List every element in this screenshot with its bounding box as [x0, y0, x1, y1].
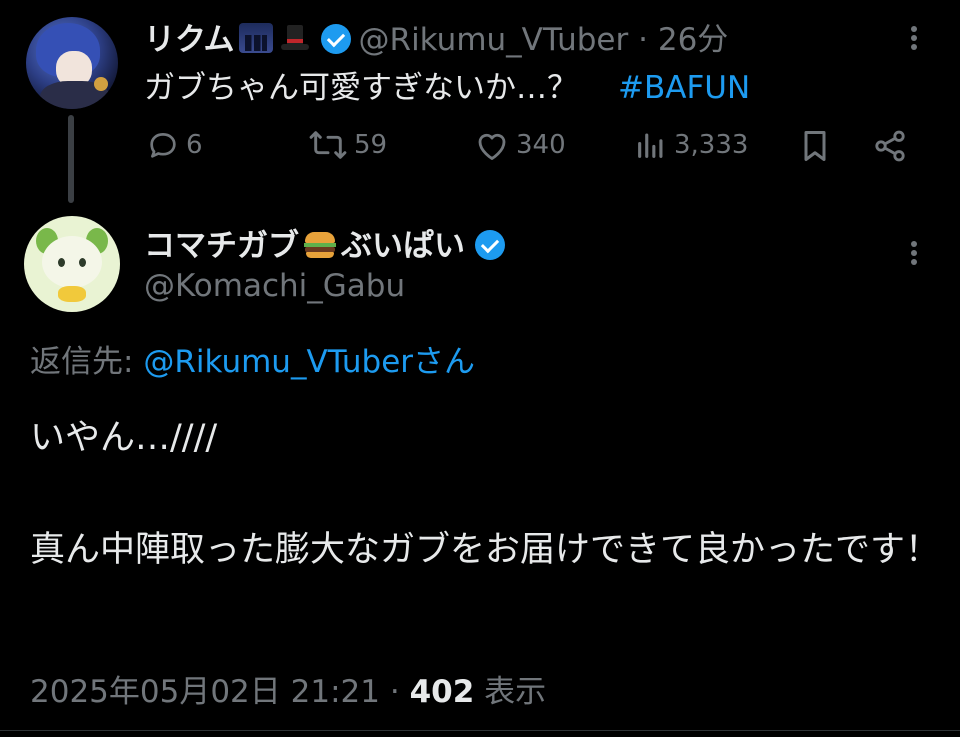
share-button[interactable] — [872, 128, 908, 164]
reply-to-line: 返信先: @Rikumu_VTuberさん — [30, 336, 475, 381]
parent-display-name[interactable]: リクム — [144, 22, 235, 58]
views-count: 3,333 — [674, 130, 749, 160]
reply-count: 6 — [186, 130, 203, 160]
top-hat-emoji — [279, 23, 311, 53]
hamburger-emoji — [303, 230, 337, 260]
divider — [0, 730, 960, 731]
tweet-date[interactable]: 2025年05月02日 21:21 — [30, 674, 380, 710]
hashtag-link[interactable]: #BAFUN — [618, 70, 750, 106]
repost-button[interactable]: 59 — [308, 128, 387, 162]
repost-icon — [309, 131, 347, 159]
tweet-footer: 2025年05月02日 21:21 · 402 表示 — [30, 666, 546, 711]
main-tweet-text: いやん…//// 真ん中陣取った膨大なガブをお届けできて良かったです！ — [30, 410, 945, 578]
reply-to-user-link[interactable]: @Rikumu_VTuberさん — [143, 344, 475, 380]
night-city-emoji — [238, 23, 273, 53]
tweet-text-line-1: いやん…//// — [30, 418, 218, 458]
views-icon — [638, 133, 663, 158]
footer-views-label: 表示 — [484, 674, 547, 710]
bookmark-icon — [804, 131, 826, 161]
repost-count: 59 — [354, 130, 388, 160]
parent-text-body: ガブちゃん可愛すぎないか…？ — [144, 70, 578, 106]
verified-badge-icon[interactable] — [320, 24, 351, 54]
parent-tweet-text: ガブちゃん可愛すぎないか…？ #BAFUN — [144, 62, 750, 107]
more-icon[interactable] — [903, 238, 925, 270]
like-button[interactable]: 340 — [474, 128, 566, 162]
meta-separator: · — [638, 22, 648, 58]
main-display-name-prefix: コマチガブ — [144, 228, 299, 264]
avatar-komachi-gabu[interactable] — [24, 216, 120, 312]
share-icon — [875, 130, 905, 162]
parent-timestamp[interactable]: 26分 — [658, 22, 728, 58]
reply-to-label: 返信先: — [30, 344, 134, 380]
views-button[interactable]: 3,333 — [634, 128, 748, 162]
bookmark-button[interactable] — [799, 128, 831, 164]
parent-handle[interactable]: @Rikumu_VTuber — [359, 22, 629, 58]
main-handle[interactable]: @Komachi_Gabu — [144, 268, 405, 304]
footer-separator: · — [389, 674, 400, 710]
action-bar: 6 59 340 3,333 — [0, 128, 960, 172]
main-author-name[interactable]: コマチガブ ぶいぱい — [144, 220, 505, 265]
reply-button[interactable]: 6 — [146, 128, 203, 162]
tweet-text-line-2: 真ん中陣取った膨大なガブをお届けできて良かったです！ — [30, 530, 941, 570]
reply-icon — [150, 133, 176, 158]
like-count: 340 — [516, 130, 566, 160]
like-icon — [478, 133, 506, 160]
more-icon[interactable] — [903, 23, 925, 55]
verified-badge-icon[interactable] — [475, 230, 505, 260]
avatar-rikumu[interactable] — [26, 17, 118, 109]
parent-author-header: リクム @Rikumu_VTuber · 26分 — [144, 14, 728, 59]
main-display-name-suffix: ぶいぱい — [341, 228, 465, 264]
footer-views-count: 402 — [409, 674, 475, 710]
